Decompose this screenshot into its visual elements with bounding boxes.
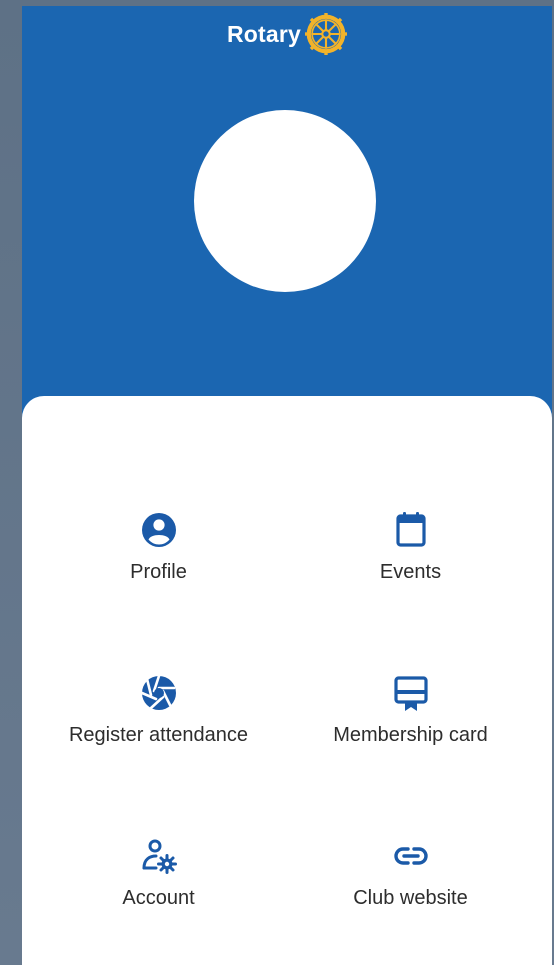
menu-item-profile[interactable]: Profile — [26, 508, 291, 618]
menu-item-label: Register attendance — [68, 724, 248, 746]
calendar-icon — [389, 508, 433, 552]
menu-item-label: Events — [379, 561, 442, 583]
menu-item-label: Account — [122, 887, 195, 909]
menu-item-events[interactable]: Events — [278, 508, 543, 618]
brand-name: Rotary — [226, 20, 302, 47]
account-settings-icon — [137, 834, 181, 878]
menu-item-club-website[interactable]: Club website — [278, 834, 543, 944]
camera-shutter-icon — [137, 671, 181, 715]
rotary-wheel-icon — [305, 13, 348, 55]
header: Rotary — [22, 6, 552, 396]
menu-item-register-attendance[interactable]: Register attendance — [26, 671, 291, 781]
membership-card-icon — [389, 671, 433, 715]
menu-item-label: Profile — [130, 561, 187, 583]
menu-panel: Profile Events Register attendance Membe… — [22, 396, 552, 965]
menu-item-account[interactable]: Account — [26, 834, 291, 944]
menu-item-membership-card[interactable]: Membership card — [278, 671, 543, 781]
avatar[interactable] — [194, 110, 376, 292]
profile-icon — [137, 508, 181, 552]
link-icon — [389, 834, 433, 878]
app-screen: Rotary Profile Events Register attendanc… — [22, 6, 552, 965]
menu-item-label: Club website — [353, 887, 468, 909]
menu-item-label: Membership card — [333, 724, 488, 746]
brand: Rotary — [22, 13, 552, 55]
